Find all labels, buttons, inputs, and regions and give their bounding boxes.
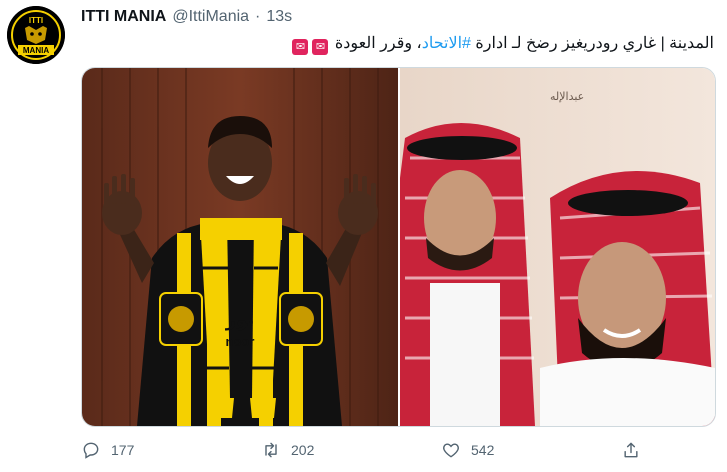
shirt-sponsor-arabic: نور (225, 310, 254, 331)
reply-icon (83, 442, 99, 459)
red-envelope-emoji-icon: ✉ (292, 39, 309, 55)
share-icon (624, 442, 638, 458)
author-avatar[interactable]: ITTI MANIA (7, 6, 65, 64)
share-button[interactable] (621, 440, 641, 460)
tweet-header: ITTI MANIA @IttiMania · 13s (81, 8, 292, 26)
header-separator: · (255, 8, 261, 25)
tweet-media[interactable]: نور noor عبدالإله (81, 67, 716, 427)
reply-button[interactable]: 177 (81, 440, 134, 460)
reply-count: 177 (111, 442, 135, 458)
like-count: 542 (471, 442, 495, 458)
tweet-text: المدينة | غاري رودريغيز رضخ لـ ادارة #ال… (290, 33, 714, 55)
shirt-sponsor-latin: noor (226, 334, 255, 349)
two-men-photo[interactable]: عبدالإله (400, 68, 715, 426)
tweet-text-before: المدينة | غاري رودريغيز رضخ لـ ادارة (470, 35, 714, 52)
player-with-scarf-photo[interactable]: نور noor (82, 68, 398, 426)
avatar-text-top: ITTI (29, 16, 43, 25)
heart-icon (443, 443, 459, 458)
hashtag-link[interactable]: #الاتحاد (422, 35, 471, 52)
retweet-button[interactable]: 202 (261, 440, 314, 460)
like-button[interactable]: 542 (441, 440, 494, 460)
author-handle[interactable]: @IttiMania (172, 8, 249, 26)
tweet-text-after: ، وقرر العودة (334, 35, 422, 52)
avatar-text-bottom: MANIA (23, 46, 49, 55)
author-name[interactable]: ITTI MANIA (81, 8, 166, 26)
red-envelope-emoji-icon: ✉ (312, 39, 329, 55)
retweet-count: 202 (291, 442, 315, 458)
tweet-timestamp[interactable]: 13s (266, 8, 292, 26)
photo-watermark: عبدالإله (550, 90, 584, 103)
retweet-icon (265, 442, 277, 458)
tweet-actions: 177 202 542 (81, 440, 641, 460)
